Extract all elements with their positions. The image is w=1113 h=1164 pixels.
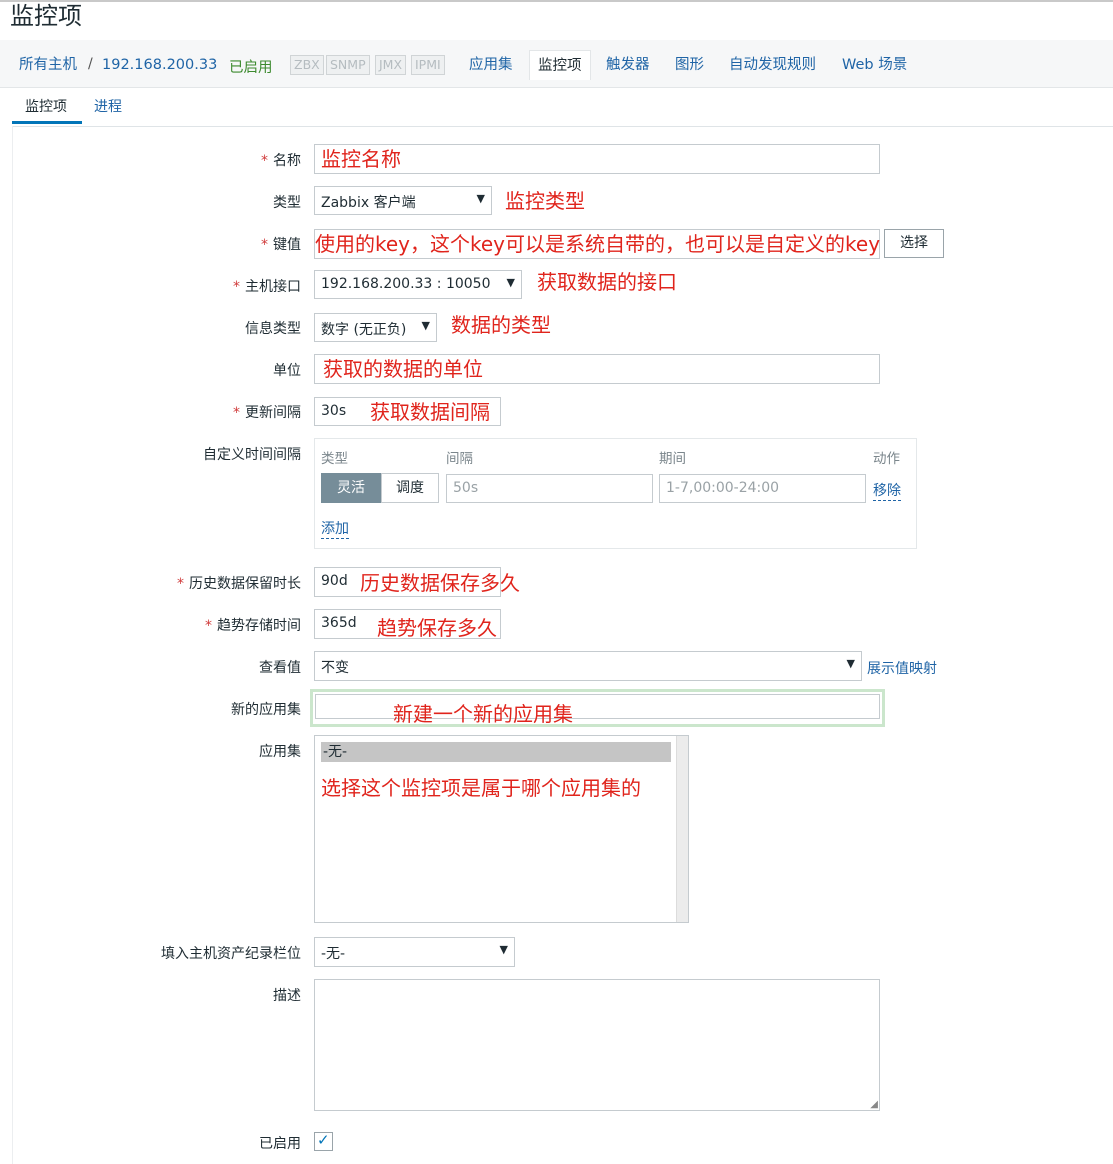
period-placeholder: 1-7,00:00-24:00 (666, 480, 780, 496)
chevron-down-icon: ▼ (846, 657, 855, 670)
show-value-select-value: 不变 (321, 660, 349, 676)
description-textarea[interactable]: ◢ (314, 979, 880, 1111)
custom-intervals-label: 自定义时间间隔 (203, 447, 301, 463)
new-application-input[interactable]: 新建一个新的应用集 (310, 689, 885, 727)
nav-web-scenarios[interactable]: Web 场景 (842, 56, 907, 74)
tab-active-indicator (12, 121, 82, 124)
units-annotation: 获取的数据的单位 (323, 357, 483, 381)
history-annotation: 历史数据保存多久 (360, 571, 520, 595)
remove-interval-link[interactable]: 移除 (873, 480, 901, 501)
chevron-down-icon: ▼ (476, 192, 485, 205)
form-tabs: 监控项 进程 (12, 88, 1113, 127)
interval-type-scheduling[interactable]: 调度 (381, 473, 439, 503)
key-select-button[interactable]: 选择 (884, 229, 944, 258)
col-period-header: 期间 (659, 451, 686, 467)
inventory-label: 填入主机资产纪录栏位 (161, 946, 301, 962)
applications-option-none[interactable]: -无- (321, 742, 671, 762)
inventory-select-value: -无- (321, 946, 346, 962)
key-input[interactable]: 使用的key，这个key可以是系统自带的，也可以是自定义的key (314, 229, 880, 259)
col-action-header: 动作 (873, 451, 900, 467)
info-type-select[interactable]: 数字 (无正负) ▼ (314, 313, 437, 342)
trends-value: 365d (321, 615, 357, 631)
inventory-select[interactable]: -无- ▼ (314, 937, 515, 967)
interface-select[interactable]: 192.168.200.33 : 10050 ▼ (314, 270, 522, 299)
interval-placeholder: 50s (453, 480, 479, 496)
page-title: 监控项 (10, 2, 82, 30)
protocol-badge-ipmi: IPMI (411, 55, 445, 75)
update-interval-label: * 更新间隔 (233, 405, 301, 421)
history-label: * 历史数据保留时长 (177, 576, 301, 592)
interface-annotation: 获取数据的接口 (537, 270, 677, 294)
nav-items-active[interactable]: 监控项 (529, 50, 591, 80)
description-label: 描述 (273, 988, 301, 1004)
enabled-checkbox[interactable]: ✓ (314, 1131, 333, 1151)
protocol-badge-zbx: ZBX (290, 55, 324, 75)
update-interval-value: 30s (321, 403, 347, 419)
interface-label: * 主机接口 (233, 279, 301, 295)
update-interval-annotation: 获取数据间隔 (370, 400, 490, 424)
nav-triggers[interactable]: 触发器 (606, 56, 650, 74)
breadcrumb-separator: / (88, 56, 93, 72)
interface-select-value: 192.168.200.33 : 10050 (321, 276, 491, 292)
show-value-label: 查看值 (259, 660, 301, 676)
interval-input[interactable]: 50s (446, 474, 653, 503)
chevron-down-icon: ▼ (421, 319, 430, 332)
listbox-scrollbar[interactable] (676, 736, 688, 922)
chevron-down-icon: ▼ (499, 943, 508, 956)
breadcrumb-host[interactable]: 192.168.200.33 (102, 56, 217, 74)
custom-intervals-table: 类型 间隔 期间 动作 灵活 调度 50s 1-7,00:00-24:00 移除… (314, 438, 917, 549)
host-status-enabled[interactable]: 已启用 (229, 56, 273, 77)
type-label: 类型 (273, 195, 301, 211)
units-input[interactable]: 获取的数据的单位 (314, 354, 880, 384)
units-label: 单位 (273, 363, 301, 379)
info-type-select-value: 数字 (无正负) (321, 322, 407, 338)
resize-handle-icon[interactable]: ◢ (870, 1099, 878, 1110)
tab-item[interactable]: 监控项 (25, 96, 67, 116)
col-type-header: 类型 (321, 451, 348, 467)
name-annotation: 监控名称 (321, 147, 401, 171)
trends-annotation: 趋势保存多久 (377, 616, 497, 640)
host-navigation: 所有主机 / 192.168.200.33 已启用 ZBX SNMP JMX I… (0, 40, 1113, 88)
key-annotation: 使用的key，这个key可以是系统自带的，也可以是自定义的key (315, 232, 881, 256)
key-label: * 键值 (261, 237, 301, 253)
enabled-label: 已启用 (259, 1136, 301, 1152)
top-rule (0, 0, 1113, 2)
trends-input[interactable]: 365d 趋势保存多久 (314, 609, 501, 640)
tab-process[interactable]: 进程 (94, 96, 122, 116)
update-interval-input[interactable]: 30s 获取数据间隔 (314, 397, 501, 426)
type-annotation: 监控类型 (505, 189, 585, 213)
applications-listbox[interactable]: -无- 选择这个监控项是属于哪个应用集的 (314, 735, 689, 923)
trends-label: * 趋势存储时间 (205, 618, 301, 634)
history-value: 90d (321, 573, 348, 589)
nav-applications[interactable]: 应用集 (469, 56, 513, 74)
period-input[interactable]: 1-7,00:00-24:00 (659, 474, 866, 503)
checkmark-icon: ✓ (317, 1131, 330, 1149)
col-interval-header: 间隔 (446, 451, 473, 467)
info-type-label: 信息类型 (245, 321, 301, 337)
applications-label: 应用集 (259, 744, 301, 760)
protocol-badge-jmx: JMX (375, 55, 407, 75)
info-type-annotation: 数据的类型 (451, 313, 551, 337)
history-input[interactable]: 90d 历史数据保存多久 (314, 567, 520, 597)
breadcrumb-all-hosts[interactable]: 所有主机 (19, 56, 77, 74)
new-application-label: 新的应用集 (231, 702, 301, 718)
type-select[interactable]: Zabbix 客户端 ▼ (314, 186, 492, 215)
chevron-down-icon: ▼ (506, 276, 515, 289)
new-application-annotation: 新建一个新的应用集 (393, 702, 573, 726)
nav-graphs[interactable]: 图形 (675, 56, 704, 74)
nav-discovery-rules[interactable]: 自动发现规则 (729, 56, 816, 74)
add-interval-link[interactable]: 添加 (321, 518, 349, 539)
protocol-badge-snmp: SNMP (326, 55, 370, 75)
interval-type-flexible[interactable]: 灵活 (321, 473, 381, 503)
name-label: * 名称 (261, 153, 301, 169)
applications-annotation: 选择这个监控项是属于哪个应用集的 (321, 776, 641, 800)
type-select-value: Zabbix 客户端 (321, 195, 416, 211)
show-value-mapping-link[interactable]: 展示值映射 (867, 658, 937, 678)
show-value-select[interactable]: 不变 ▼ (314, 651, 862, 681)
name-input[interactable]: 监控名称 (314, 144, 880, 174)
